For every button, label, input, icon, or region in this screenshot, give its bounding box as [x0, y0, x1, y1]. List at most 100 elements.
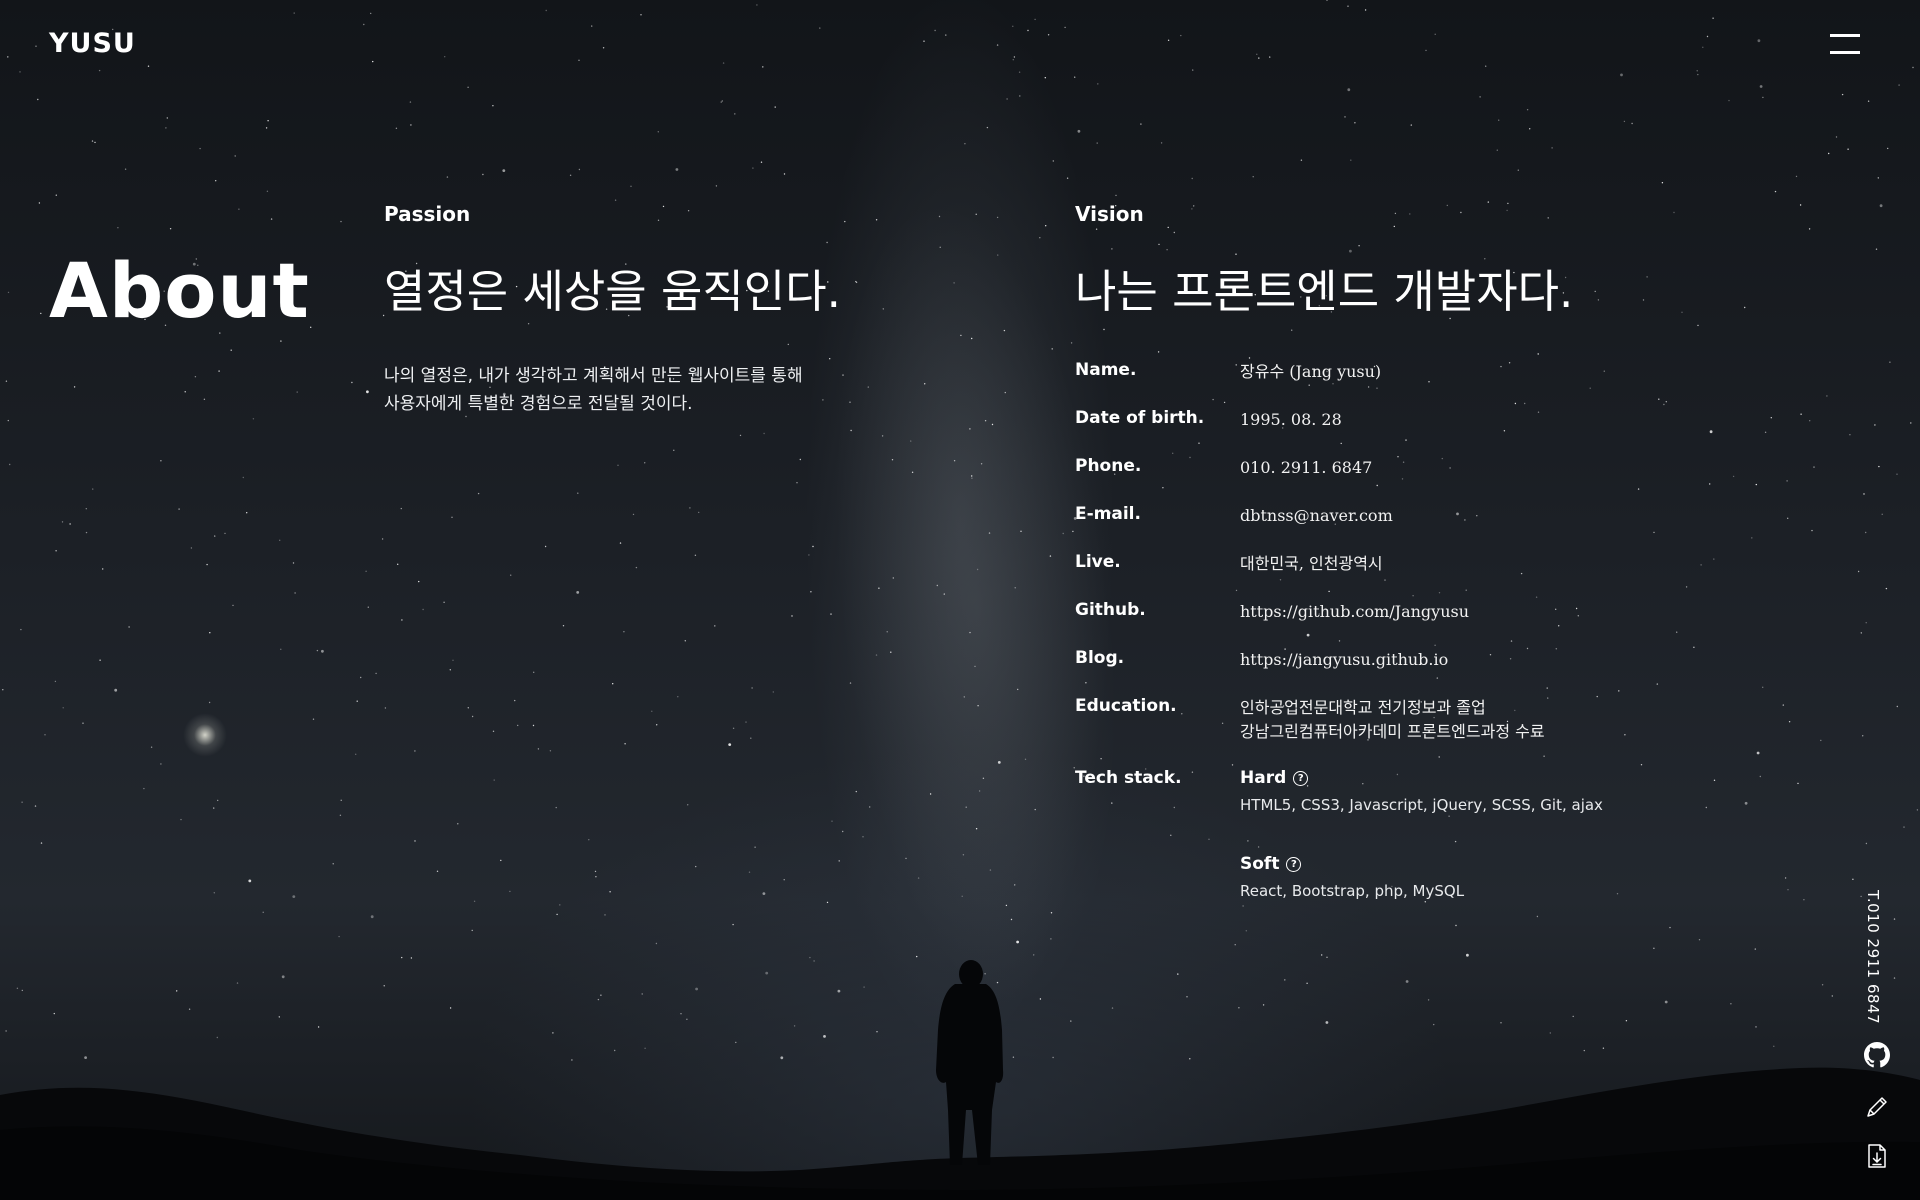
star [69, 523, 71, 525]
download-icon[interactable] [1864, 1143, 1890, 1169]
github-icon[interactable] [1864, 1042, 1890, 1068]
profile-value-phone: 010. 2911. 6847 [1240, 458, 1373, 477]
blog-link[interactable]: https://jangyusu.github.io [1240, 648, 1448, 696]
star [502, 169, 506, 173]
star [630, 185, 632, 187]
star [242, 476, 244, 479]
star [91, 140, 94, 142]
star [1713, 558, 1715, 560]
star [1256, 53, 1258, 55]
star [7, 419, 9, 422]
star [867, 386, 869, 388]
star [409, 101, 412, 103]
star [367, 606, 369, 608]
star [1857, 570, 1860, 573]
star [473, 900, 476, 902]
vision-label: Vision [1075, 202, 1144, 226]
star [401, 956, 403, 959]
star [533, 671, 535, 673]
star [657, 219, 660, 221]
star [184, 391, 186, 393]
star [1787, 517, 1789, 519]
star [924, 383, 926, 385]
star [975, 828, 978, 830]
star [1594, 290, 1596, 293]
star [224, 532, 226, 535]
hamburger-menu-icon-bar [1830, 51, 1860, 54]
star [1835, 136, 1838, 138]
site-logo[interactable]: YUSU [49, 28, 136, 59]
star [1191, 208, 1193, 210]
profile-label: Education. [1075, 696, 1177, 716]
star [635, 566, 638, 569]
menu-button[interactable] [1830, 32, 1860, 56]
star [514, 699, 516, 702]
star [562, 625, 565, 627]
star [1103, 328, 1105, 331]
star [270, 218, 273, 220]
star [1049, 555, 1052, 557]
pencil-icon[interactable] [1864, 1094, 1890, 1120]
star [1070, 342, 1073, 344]
star [689, 507, 691, 509]
star [296, 391, 298, 393]
star [1434, 33, 1436, 35]
star [1537, 353, 1539, 355]
star [370, 12, 372, 15]
star [754, 846, 756, 848]
star [400, 507, 402, 510]
star [1487, 201, 1490, 203]
star [467, 707, 469, 709]
star [722, 62, 725, 64]
star [965, 806, 967, 808]
star [477, 492, 480, 495]
star [1787, 889, 1789, 891]
star [316, 649, 319, 652]
star [1867, 100, 1870, 102]
star [1764, 431, 1767, 433]
star [714, 625, 716, 627]
star [695, 865, 697, 868]
star [619, 542, 622, 544]
star [509, 890, 511, 893]
star [762, 892, 766, 895]
star [234, 155, 236, 157]
help-circle-icon[interactable]: ? [1286, 856, 1302, 872]
star [656, 724, 658, 726]
star [969, 631, 971, 634]
star [143, 787, 145, 790]
star [617, 464, 619, 466]
star [1697, 73, 1699, 76]
profile-row-blog: Blog. https://jangyusu.github.io [1075, 648, 1635, 696]
star [577, 492, 579, 494]
star [1300, 159, 1303, 161]
star [783, 879, 785, 881]
star [1698, 939, 1701, 941]
star [1044, 77, 1047, 79]
profile-value-name: 장유수 (Jang yusu) [1240, 362, 1382, 381]
star [1010, 918, 1013, 921]
star [882, 308, 884, 310]
star [728, 743, 732, 746]
github-link[interactable]: https://github.com/Jangyusu [1240, 600, 1469, 648]
star [549, 750, 552, 752]
star [1004, 391, 1006, 394]
star [1020, 530, 1022, 532]
star [1358, 245, 1360, 247]
star [1003, 329, 1006, 332]
star [94, 141, 96, 144]
star [810, 591, 812, 593]
star [1424, 901, 1427, 903]
star [467, 86, 469, 89]
star [1826, 395, 1828, 397]
star [675, 168, 679, 171]
star [687, 804, 689, 806]
star [397, 563, 399, 565]
star [830, 613, 832, 615]
profile-value-email[interactable]: dbtnss@naver.com [1240, 504, 1393, 552]
star [1012, 59, 1014, 61]
star [44, 734, 46, 736]
help-circle-icon[interactable]: ? [1293, 770, 1309, 786]
star [732, 923, 734, 926]
star [1157, 351, 1160, 353]
